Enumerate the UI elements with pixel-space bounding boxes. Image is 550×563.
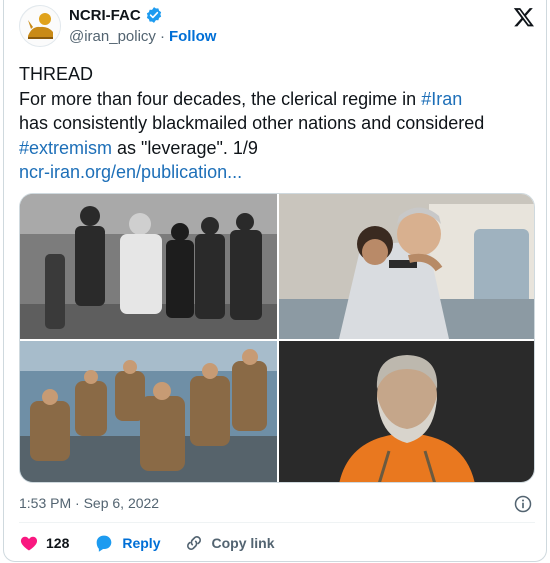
copy-link-button[interactable]: Copy link [184, 533, 275, 553]
separator-dot: · [159, 28, 165, 45]
timestamp[interactable]: 1:53 PM · Sep 6, 2022 [19, 495, 159, 511]
like-button[interactable]: 128 [19, 533, 69, 553]
tweet-card: NCRI-FAC @iran_policy · Follow THREAD Fo… [3, 0, 547, 562]
text-line-2: has consistently blackmailed other natio… [19, 113, 485, 133]
hostages-photo[interactable] [20, 194, 277, 339]
heart-icon [20, 536, 38, 551]
lion-sun-emblem-icon [20, 6, 60, 46]
name-row: NCRI-FAC [69, 6, 163, 24]
copy-link-label: Copy link [211, 535, 275, 551]
timestamp-row: 1:53 PM · Sep 6, 2022 [19, 495, 535, 515]
text-line-3: as "leverage". 1/9 [112, 137, 258, 158]
reply-label: Reply [122, 535, 161, 551]
thread-label: THREAD [19, 64, 94, 84]
reply-bubble-icon [97, 535, 112, 552]
hashtag-extremism-link[interactable]: #extremism [19, 138, 112, 158]
x-logo-icon[interactable] [513, 6, 535, 33]
link-icon [187, 536, 202, 550]
handle-row: @iran_policy · Follow [69, 28, 216, 45]
tweet-header: NCRI-FAC @iran_policy · Follow [19, 4, 539, 52]
hashtag-iran-link[interactable]: #Iran [421, 89, 462, 109]
handle[interactable]: @iran_policy [69, 28, 156, 45]
divider [19, 522, 535, 523]
like-count: 128 [46, 535, 70, 551]
display-name[interactable]: NCRI-FAC [69, 7, 141, 24]
text-line-1: For more than four decades, the clerical… [19, 88, 422, 109]
tweet-text: THREAD For more than four decades, the c… [19, 62, 539, 185]
captive-photo[interactable] [279, 341, 534, 482]
publication-link[interactable]: ncr-iran.org/en/publication... [19, 162, 242, 182]
reply-button[interactable]: Reply [93, 532, 160, 554]
sailors-photo[interactable] [20, 341, 277, 482]
follow-button[interactable]: Follow [169, 28, 217, 45]
verified-badge-icon [145, 6, 163, 24]
avatar[interactable] [19, 5, 61, 47]
media-grid [19, 193, 535, 483]
info-icon[interactable] [513, 494, 533, 519]
action-bar: 128 Reply Copy link [19, 530, 299, 556]
hijacking-photo[interactable] [279, 194, 534, 339]
